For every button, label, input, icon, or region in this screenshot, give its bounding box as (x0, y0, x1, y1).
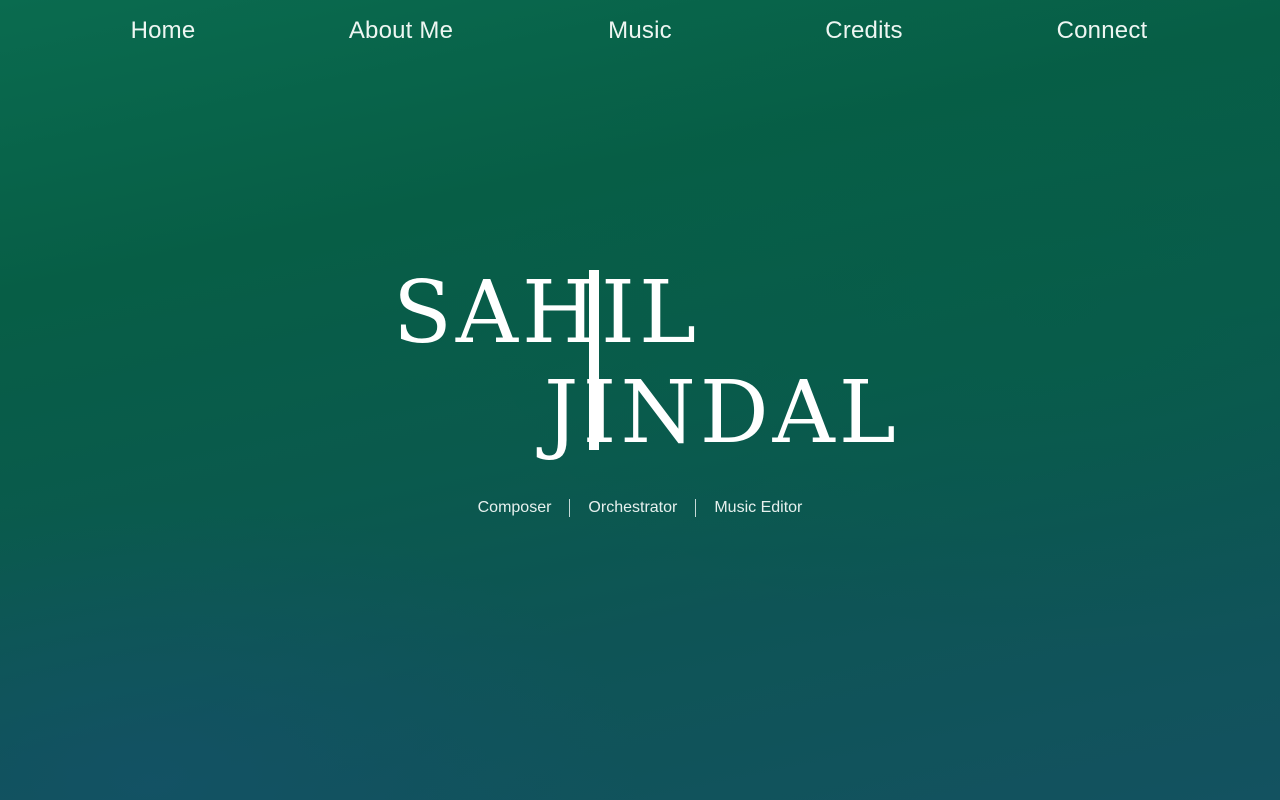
top-nav: Home About Me Music Credits Connect (0, 0, 1280, 64)
logo-first-name: SAHIL (393, 263, 701, 363)
role-music-editor: Music Editor (714, 499, 803, 516)
roles-line: Composer Orchestrator Music Editor (0, 496, 1280, 520)
role-divider (695, 499, 697, 517)
role-orchestrator: Orchestrator (588, 499, 678, 516)
role-composer: Composer (477, 499, 552, 516)
nav-link-about-me[interactable]: About Me (349, 16, 453, 46)
logo-last-name: JINDAL (544, 363, 900, 463)
nav-link-home[interactable]: Home (131, 16, 196, 46)
role-divider (569, 499, 571, 517)
name-logo: SAHIL JINDAL (380, 260, 900, 460)
nav-link-connect[interactable]: Connect (1057, 16, 1148, 46)
nav-link-music[interactable]: Music (608, 16, 672, 46)
nav-link-credits[interactable]: Credits (825, 16, 902, 46)
